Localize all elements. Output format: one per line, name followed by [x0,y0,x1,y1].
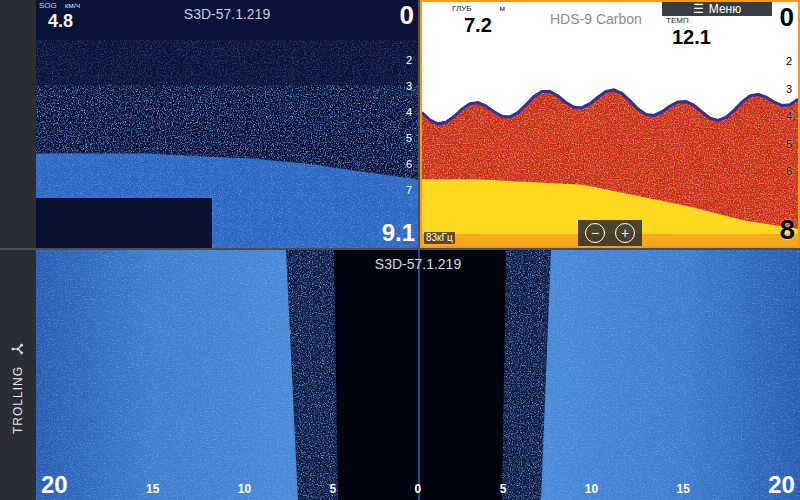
speed-label-row: SOG км/ч [39,1,80,10]
seabed [422,179,798,246]
depth-tick: 6 [406,157,412,171]
menu-label: Меню [709,2,741,16]
panel-title: S3D-57.1.219 [184,5,270,23]
menu-icon: ☰ [693,2,704,16]
mode-label-wrap: TROLLING [11,362,25,438]
mode-bar-top [0,0,36,248]
range-tick: 0 [415,481,422,499]
mode-label[interactable]: TROLLING [9,366,27,434]
depth-tick: 7 [406,183,412,197]
depth-range: 9.1 [382,219,415,247]
depth-value: 7.2 [452,13,505,37]
depth-tick: 2 [786,54,792,68]
panel-title: S3D-57.1.219 [375,255,461,273]
top-row: SOG км/ч4.8 S3D-57.1.219 0 2 3 4 5 6 7 9.1 ГЛУБ м7.2… [36,0,800,248]
down-scan-image [36,0,418,248]
speed-value: 4.8 [39,10,80,32]
main-area: SOG км/ч4.8 S3D-57.1.219 0 2 3 4 5 6 7 9.1 ГЛУБ м7.2… [36,0,800,500]
panel-title: HDS-9 Carbon [550,10,642,28]
range-tick: 20 [41,471,68,499]
temp-label: ТЕМП [666,16,711,25]
mode-bar-bottom: TROLLING [0,250,36,500]
depth-readout: ГЛУБ м7.2 [452,4,505,37]
mode-bar: TROLLING [0,0,36,500]
side-scan-panel[interactable]: S3D-57.1.219 20 15 10 5 0 5 10 15 20 [36,250,800,500]
depth-tick: 3 [786,82,792,96]
menu-button[interactable]: ☰ Меню [662,2,772,16]
range-scale: 20 15 10 5 0 5 10 15 20 [36,471,800,499]
sonar-image [422,2,798,246]
range-tick: 15 [146,481,159,499]
depth-top: 0 [400,0,414,30]
propeller-icon [11,342,25,356]
speed-readout: SOG км/ч4.8 [39,1,80,32]
range-tick: 20 [768,471,795,499]
zoom-controls: −+ [578,220,642,246]
depth-tick: 3 [406,79,412,93]
range-tick: 5 [500,481,507,499]
side-scan-image [36,250,800,500]
speed-label: SOG [39,1,57,10]
depth-tick: 5 [406,131,412,145]
zoom-in-button[interactable]: + [615,223,635,243]
depth-tick: 4 [786,109,792,123]
range-tick: 10 [585,481,598,499]
depth-range: 8 [779,215,795,245]
range-tick: 5 [330,481,337,499]
depth-label: ГЛУБ [452,4,471,13]
temp-value: 12.1 [666,25,711,49]
depth-top: 0 [780,2,794,32]
temp-readout: ТЕМП12.1 [666,16,711,49]
down-scan-panel[interactable]: SOG км/ч4.8 S3D-57.1.219 0 2 3 4 5 6 7 9.1 [36,0,418,248]
frequency-label: 83кГц [424,232,455,244]
depth-tick: 5 [786,137,792,151]
depth-tick: 6 [786,164,792,178]
speed-unit: км/ч [65,1,80,10]
range-tick: 10 [238,481,251,499]
range-tick: 15 [676,481,689,499]
zoom-out-button[interactable]: − [585,223,605,243]
depth-tick: 2 [406,53,412,67]
sonar-panel[interactable]: ГЛУБм7.2HDS-9 CarbonТЕМП12.1☰Меню0234568… [420,0,800,248]
depth-unit: м [499,4,505,13]
depth-tick: 4 [406,105,412,119]
depth-label-row: ГЛУБ м [452,4,505,13]
